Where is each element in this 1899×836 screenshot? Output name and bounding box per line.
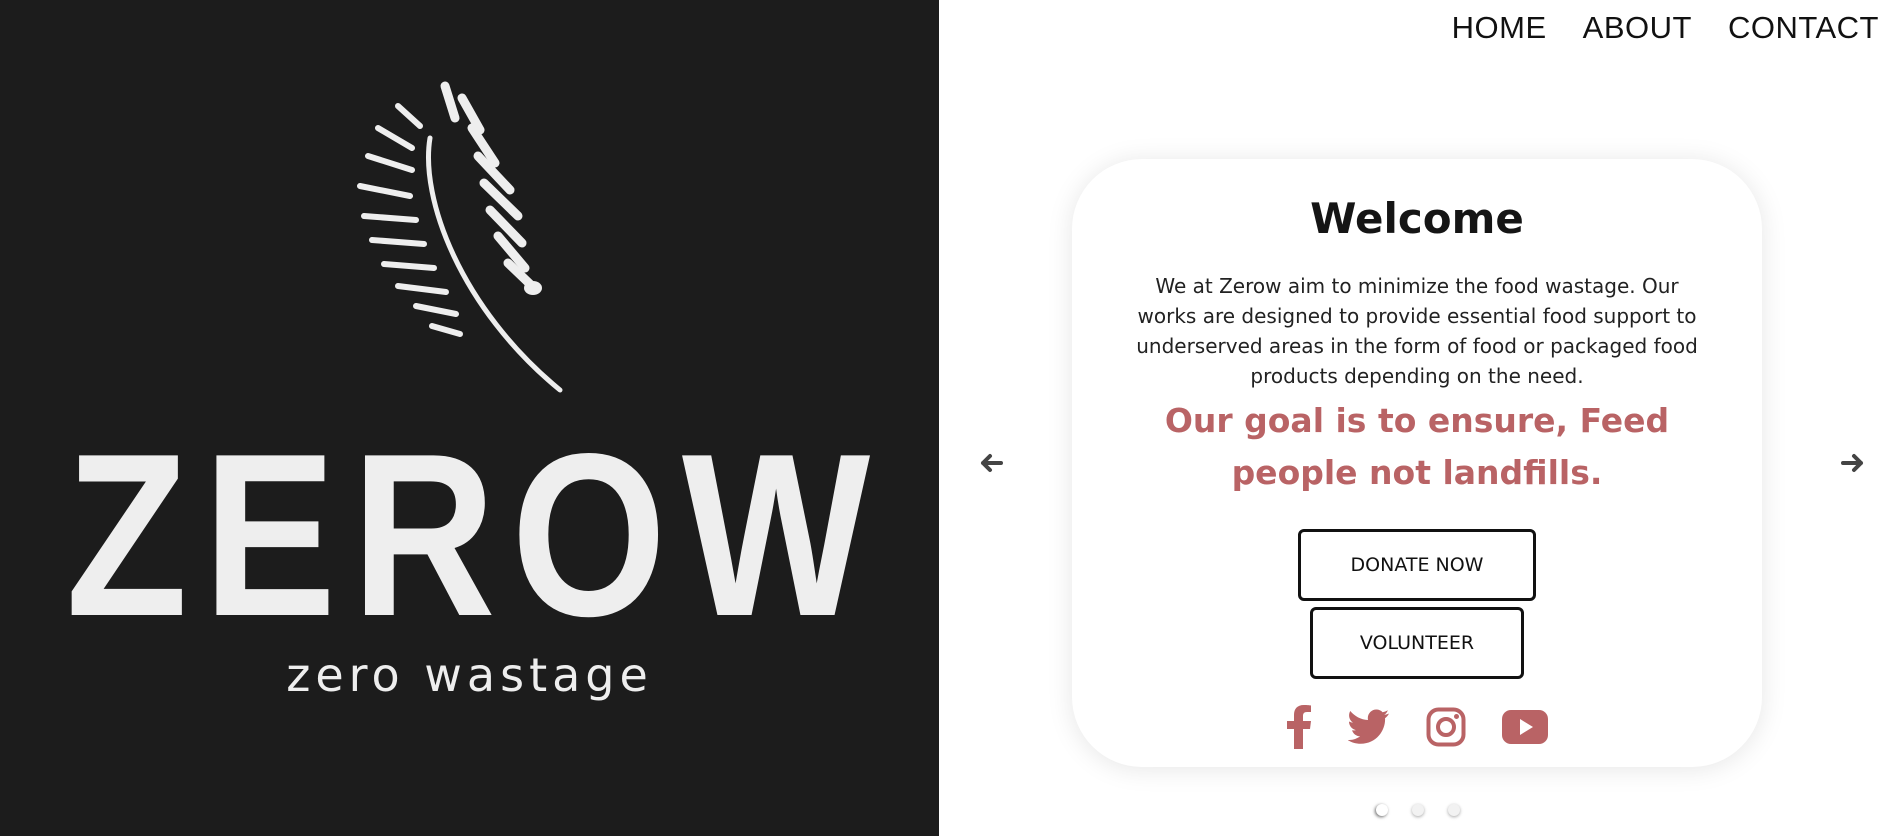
goal-statement: Our goal is to ensure, Feed people not l… bbox=[1164, 401, 1670, 492]
carousel-indicators bbox=[1376, 804, 1460, 816]
nav-contact-link[interactable]: CONTACT bbox=[1728, 10, 1879, 46]
hero-panel: ZEROW zero wastage bbox=[0, 0, 939, 836]
page: ZEROW zero wastage HOME ABOUT CONTACT We… bbox=[0, 0, 1899, 836]
main-panel: HOME ABOUT CONTACT Welcome We at Zerow a… bbox=[939, 0, 1899, 836]
carousel-prev-button[interactable] bbox=[975, 448, 1005, 478]
card-description: We at Zerow aim to minimize the food was… bbox=[1136, 274, 1698, 388]
youtube-icon[interactable] bbox=[1502, 710, 1548, 744]
carousel-dot-3[interactable] bbox=[1448, 804, 1460, 816]
brand-tagline: zero wastage bbox=[286, 648, 653, 702]
welcome-card: Welcome We at Zerow aim to minimize the … bbox=[1072, 159, 1762, 767]
twitter-icon[interactable] bbox=[1348, 709, 1390, 745]
carousel-dot-2[interactable] bbox=[1412, 804, 1424, 816]
social-links bbox=[1072, 705, 1762, 749]
top-nav: HOME ABOUT CONTACT bbox=[1452, 10, 1879, 46]
nav-about-link[interactable]: ABOUT bbox=[1583, 10, 1692, 46]
instagram-icon[interactable] bbox=[1426, 707, 1466, 747]
leaf-icon bbox=[357, 81, 563, 393]
facebook-icon[interactable] bbox=[1286, 705, 1312, 749]
donate-now-button[interactable]: DONATE NOW bbox=[1298, 529, 1536, 601]
nav-home-link[interactable]: HOME bbox=[1452, 10, 1547, 46]
carousel-next-button[interactable] bbox=[1839, 448, 1869, 478]
brand-wordmark: ZEROW bbox=[65, 406, 886, 665]
card-title: Welcome bbox=[1310, 194, 1524, 243]
carousel-dot-1[interactable] bbox=[1376, 804, 1388, 816]
volunteer-button[interactable]: VOLUNTEER bbox=[1310, 607, 1524, 679]
